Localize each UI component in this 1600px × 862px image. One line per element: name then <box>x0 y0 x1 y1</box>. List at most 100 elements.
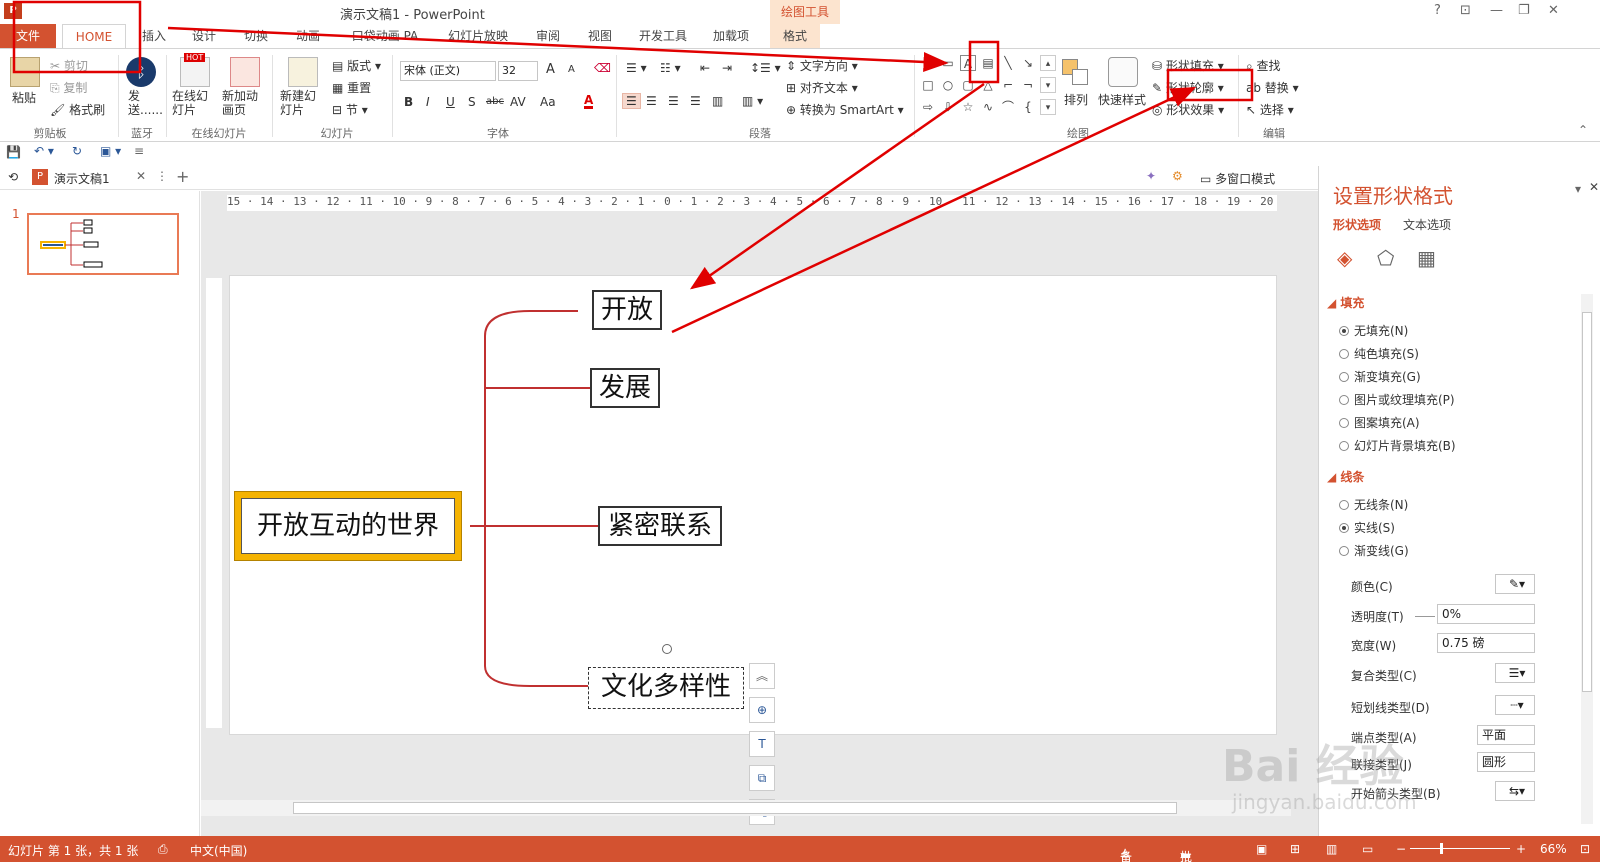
replace-button[interactable]: ab 替换 ▾ <box>1246 79 1299 96</box>
tab-slideshow[interactable]: 幻灯片放映 <box>440 24 516 48</box>
shape-down-arrow-icon[interactable]: ⇩ <box>940 99 956 115</box>
tab-insert[interactable]: 插入 <box>136 24 172 48</box>
collapse-ribbon-icon[interactable]: ⌃ <box>1578 123 1588 137</box>
reading-view-icon[interactable]: ▥ <box>1326 842 1337 856</box>
text-direction-button[interactable]: ⇕ 文字方向 ▾ <box>786 57 858 74</box>
shape-arrow-line-icon[interactable]: ↘ <box>1020 55 1036 71</box>
join-type-select[interactable]: 圆形 <box>1477 752 1535 772</box>
new-animation-icon[interactable] <box>230 57 260 87</box>
shape-effects-button[interactable]: ◎ 形状效果 ▾ <box>1152 101 1224 118</box>
shape-rectangle-icon[interactable]: ▭ <box>940 55 956 71</box>
layout-button[interactable]: ▤ 版式 ▾ <box>332 57 381 74</box>
tab-file[interactable]: 文件 <box>0 24 56 48</box>
numbering-icon[interactable]: ☷ ▾ <box>660 61 681 75</box>
undo-icon[interactable]: ↶ ▾ <box>34 144 54 158</box>
quick-styles-button[interactable]: 快速样式 <box>1098 91 1146 108</box>
justify-icon[interactable]: ☰ <box>690 94 701 108</box>
fit-slide-icon[interactable]: ⊡ <box>1580 842 1590 856</box>
save-icon[interactable]: 💾 <box>6 145 21 159</box>
zoom-out-icon[interactable]: − <box>1396 842 1406 856</box>
bold-button[interactable]: B <box>404 95 413 109</box>
zoom-slider-thumb[interactable] <box>1440 843 1443 854</box>
online-slides-button[interactable]: 在线幻灯片 <box>172 89 212 117</box>
tab-transitions[interactable]: 切换 <box>238 24 274 48</box>
line-section-header[interactable]: ◢ 线条 <box>1327 468 1364 485</box>
convert-smartart-button[interactable]: ⊕ 转换为 SmartArt ▾ <box>786 101 904 118</box>
find-button[interactable]: ⌕ 查找 <box>1246 57 1281 74</box>
align-right-icon[interactable]: ☰ <box>668 94 679 108</box>
branch-node-close-links[interactable]: 紧密联系 <box>598 506 722 546</box>
section-button[interactable]: ⊟ 节 ▾ <box>332 101 368 118</box>
strikethrough-button[interactable]: abc <box>486 96 504 107</box>
cap-type-select[interactable]: 平面 <box>1477 725 1535 745</box>
central-topic-node[interactable]: 开放互动的世界 <box>234 491 462 561</box>
reset-button[interactable]: ▦ 重置 <box>332 79 371 96</box>
begin-arrow-select[interactable]: ⇆▾ <box>1495 781 1535 801</box>
ribbon-display-button[interactable]: ⊡ <box>1460 3 1471 18</box>
shadow-button[interactable]: S <box>468 95 476 109</box>
tab-review[interactable]: 审阅 <box>530 24 566 48</box>
shape-triangle-icon[interactable]: △ <box>980 77 996 93</box>
shape-fill-button[interactable]: ⛁ 形状填充 ▾ <box>1152 57 1224 74</box>
scroll-thumb[interactable] <box>293 802 1177 814</box>
line-option-none[interactable]: 无线条(N) <box>1339 496 1408 513</box>
columns-icon[interactable]: ▥ ▾ <box>742 94 763 108</box>
spell-check-icon[interactable]: ⎙ <box>158 842 168 857</box>
sync-icon[interactable]: ⟲ <box>8 170 18 184</box>
bullets-icon[interactable]: ☰ ▾ <box>626 61 647 75</box>
gallery-scroll-down-icon[interactable]: ▾ <box>1040 77 1056 93</box>
horizontal-scrollbar[interactable] <box>201 800 1291 816</box>
tab-design[interactable]: 设计 <box>186 24 222 48</box>
shape-rect-icon[interactable]: □ <box>920 77 936 93</box>
branch-node-open[interactable]: 开放 <box>592 290 662 330</box>
width-input[interactable]: 0.75 磅 <box>1437 633 1535 653</box>
shape-curve-icon[interactable]: ∿ <box>980 99 996 115</box>
font-size-combo[interactable]: 32 <box>498 61 538 81</box>
fill-option-background[interactable]: 幻灯片背景填充(B) <box>1339 437 1456 454</box>
shape-rounded-icon[interactable]: ▢ <box>960 77 976 93</box>
shape-elbow-icon[interactable]: ⌐ <box>1000 77 1016 93</box>
line-option-solid[interactable]: 实线(S) <box>1339 519 1395 536</box>
fill-option-none[interactable]: 无填充(N) <box>1339 322 1408 339</box>
effects-pentagon-icon[interactable]: ⬠ <box>1377 246 1394 270</box>
shape-line-icon[interactable]: ╲ <box>1000 55 1016 71</box>
align-left-icon[interactable]: ☰ <box>622 93 641 109</box>
zoom-level[interactable]: 66% <box>1540 842 1567 856</box>
text-box-icon[interactable]: T <box>749 731 775 757</box>
fill-option-solid[interactable]: 纯色填充(S) <box>1339 345 1419 362</box>
transparency-input[interactable]: 0% <box>1437 604 1535 624</box>
transparency-slider[interactable] <box>1415 616 1435 617</box>
line-color-picker[interactable]: ✎▾ <box>1495 574 1535 594</box>
normal-view-icon[interactable]: ▣ <box>1256 842 1267 856</box>
clear-format-icon[interactable]: ⌫ <box>594 61 611 75</box>
tab-view[interactable]: 视图 <box>582 24 618 48</box>
compound-type-select[interactable]: ☰▾ <box>1495 663 1535 683</box>
dash-type-select[interactable]: ┈▾ <box>1495 695 1535 715</box>
rotate-handle-icon[interactable] <box>662 644 672 654</box>
fill-option-gradient[interactable]: 渐变填充(G) <box>1339 368 1421 385</box>
tab-format[interactable]: 格式 <box>770 24 820 48</box>
fill-option-picture[interactable]: 图片或纹理填充(P) <box>1339 391 1455 408</box>
bluetooth-icon[interactable]: ᛒ <box>126 57 156 87</box>
pane-options-icon[interactable]: ▾ <box>1575 182 1581 196</box>
branch-node-cultural-diversity[interactable]: 文化多样性 <box>588 667 744 709</box>
close-button[interactable]: ✕ <box>1548 3 1559 18</box>
shrink-font-button[interactable]: A <box>568 64 575 75</box>
zoom-slider[interactable] <box>1410 848 1510 849</box>
tab-text-options[interactable]: 文本选项 <box>1403 216 1451 233</box>
slide-sorter-icon[interactable]: ⊞ <box>1290 842 1300 856</box>
shape-elbow2-icon[interactable]: ¬ <box>1020 77 1036 93</box>
minimize-button[interactable]: — <box>1490 3 1503 18</box>
shape-oval-icon[interactable]: ○ <box>940 77 956 93</box>
line-option-gradient[interactable]: 渐变线(G) <box>1339 542 1409 559</box>
crosshair-icon[interactable]: ⊕ <box>749 697 775 723</box>
multi-window-button[interactable]: ▭ 多窗口模式 <box>1200 170 1275 187</box>
magic-icon[interactable]: ✦ <box>1146 169 1156 183</box>
paste-button[interactable]: 粘贴 <box>12 89 36 106</box>
shapes-gallery[interactable]: ⌈ ▭ A ▤ ╲ ↘ □ ○ ▢ △ ⌐ ¬ ⇨ ⇩ ☆ ∿ ⌒ { ▴ ▾ … <box>920 53 1056 119</box>
shape-right-arrow-icon[interactable]: ⇨ <box>920 99 936 115</box>
maximize-button[interactable]: ❐ <box>1518 3 1530 18</box>
char-spacing-button[interactable]: AV <box>510 95 526 109</box>
gallery-scroll-up-icon[interactable]: ▴ <box>1040 55 1056 71</box>
select-button[interactable]: ↖ 选择 ▾ <box>1246 101 1294 118</box>
